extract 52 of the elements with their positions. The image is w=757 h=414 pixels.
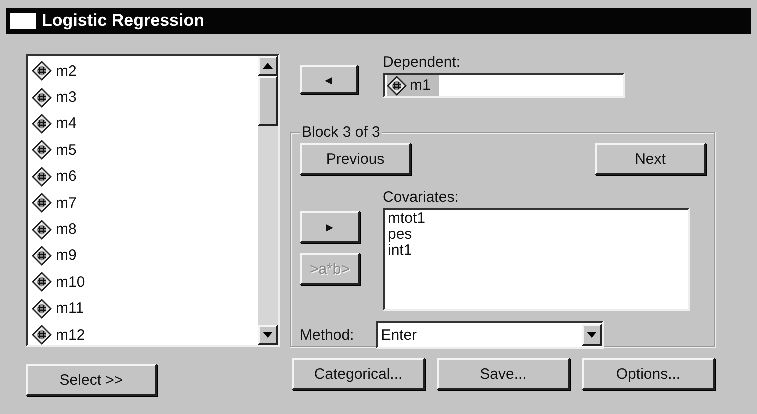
scale-variable-icon <box>32 246 52 266</box>
down-triangle-icon <box>263 332 273 338</box>
dialog-button[interactable]: Save... <box>437 358 570 390</box>
covariate-name[interactable]: pes <box>388 227 685 243</box>
scale-variable-icon <box>32 193 52 214</box>
covariates-list[interactable]: mtot1 pes int1 <box>383 208 690 311</box>
select-button[interactable]: Select >> <box>26 364 157 396</box>
variable-name[interactable]: m12 <box>56 326 86 344</box>
variable-name[interactable]: m10 <box>56 274 86 291</box>
covariate-name[interactable]: int1 <box>388 243 685 259</box>
dialog-button[interactable]: Options... <box>582 358 715 390</box>
scroll-thumb[interactable] <box>258 76 278 126</box>
window-title: Logistic Regression <box>42 11 204 31</box>
next-button[interactable]: Next <box>595 143 706 175</box>
variable-name[interactable]: m4 <box>56 115 77 132</box>
covariates-label: Covariates: <box>383 189 460 206</box>
previous-button[interactable]: Previous <box>300 143 411 175</box>
variable-name[interactable]: m7 <box>56 194 77 212</box>
covariate-name[interactable]: mtot1 <box>388 211 685 227</box>
scale-variable-icon <box>32 61 52 82</box>
method-dropdown[interactable]: Enter <box>376 321 604 349</box>
dropdown-arrow-icon <box>587 332 598 338</box>
scale-variable-icon <box>32 140 52 160</box>
dependent-field[interactable]: m1 <box>383 73 625 98</box>
scroll-down-button[interactable] <box>258 325 278 345</box>
dependent-value: m1 <box>410 77 431 94</box>
dialog-button[interactable]: Categorical... <box>292 358 425 390</box>
variable-name[interactable]: m2 <box>56 62 77 80</box>
dependent-label: Dependent: <box>383 54 462 71</box>
scrollbar[interactable] <box>258 56 278 345</box>
variable-name[interactable]: m6 <box>56 168 77 186</box>
variable-list[interactable]: m2 m3 m4 m5 m6 m7 m8 m9 m10 m11 m12 <box>26 54 280 347</box>
move-button[interactable]: ▸ <box>300 211 360 243</box>
scale-variable-icon <box>32 114 52 134</box>
scale-variable-icon <box>387 76 407 96</box>
scale-variable-icon <box>32 166 52 187</box>
scroll-up-button[interactable] <box>258 56 278 76</box>
scale-variable-icon <box>32 88 52 108</box>
window-icon <box>10 13 36 29</box>
scale-variable-icon <box>32 272 52 292</box>
up-triangle-icon <box>263 63 273 69</box>
block-title: Block 3 of 3 <box>301 124 382 141</box>
variable-name[interactable]: m8 <box>56 221 77 238</box>
scale-variable-icon <box>32 298 52 319</box>
variable-name[interactable]: m11 <box>56 300 84 318</box>
method-label: Method: <box>300 326 354 344</box>
variable-name[interactable]: m3 <box>56 89 77 106</box>
move-button[interactable]: ◂ <box>300 65 358 94</box>
scale-variable-icon <box>32 325 52 345</box>
variable-name[interactable]: m9 <box>56 247 77 264</box>
variable-name[interactable]: m5 <box>56 142 77 159</box>
scale-variable-icon <box>32 220 52 240</box>
